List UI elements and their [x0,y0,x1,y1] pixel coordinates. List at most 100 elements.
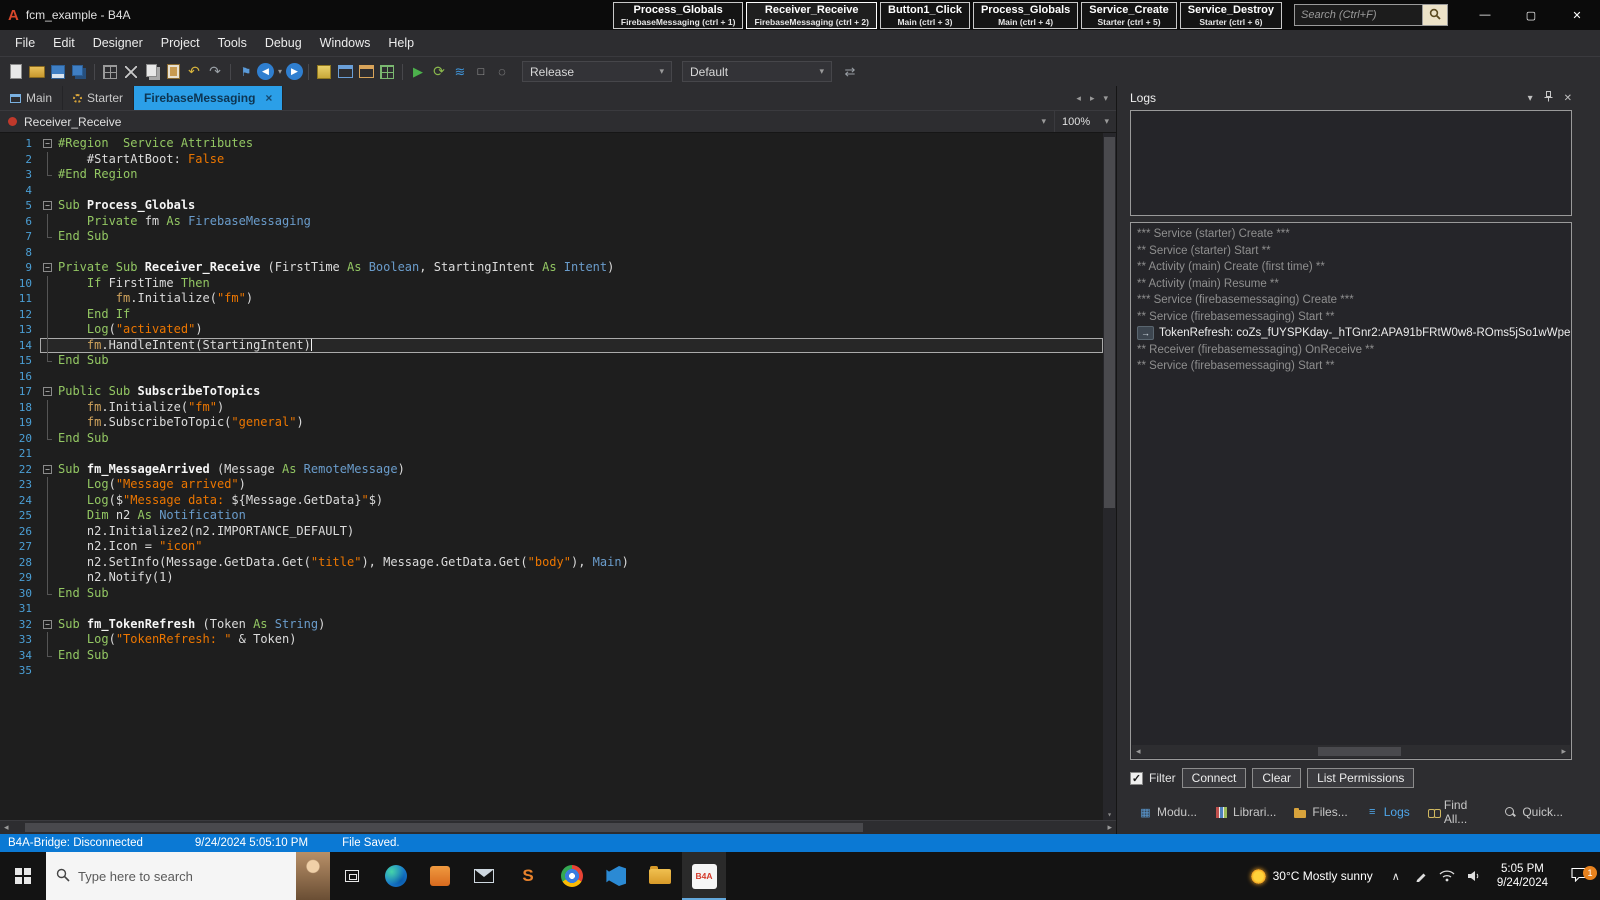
code-text[interactable]: #Region Service Attributes [58,136,253,152]
taskbar-task-view-icon[interactable] [330,852,374,900]
build-configuration-select[interactable]: Release ▾ [522,61,672,82]
code-text[interactable]: fm.Initialize("fm") [58,400,224,416]
navigate-forward-icon[interactable]: ▶ [286,63,303,80]
menu-tools[interactable]: Tools [209,32,256,54]
quick-tab[interactable]: Process_Globals FirebaseMessaging (ctrl +… [612,1,744,29]
search-button[interactable] [1422,4,1448,26]
tab-close-icon[interactable]: × [265,91,272,105]
taskbar-s-app-icon[interactable]: S [506,852,550,900]
log-horizontal-scrollbar[interactable]: ◂ ▸ [1132,745,1570,758]
filter-checkbox[interactable]: ✓ [1130,771,1143,785]
scrollbar-thumb[interactable] [1104,137,1115,508]
sub-selector[interactable]: Receiver_Receive ▾ [0,111,1054,132]
maximize-button[interactable]: ▢ [1508,0,1554,30]
code-text[interactable]: #End Region [58,167,137,183]
save-icon[interactable] [48,62,68,82]
designer-icon[interactable] [335,62,355,82]
code-text[interactable]: Log("Message arrived") [58,477,246,493]
modules-grid-icon[interactable] [100,62,120,82]
fold-collapse-icon[interactable]: − [43,201,52,210]
window-position-icon[interactable]: ▾ [1528,93,1533,104]
panel-tab-librari[interactable]: Librari... [1206,802,1285,822]
quick-tab[interactable]: Receiver_Receive FirebaseMessaging (ctrl … [746,1,877,29]
log-entry[interactable]: ** Activity (main) Create (first time) *… [1137,259,1565,276]
undo-icon[interactable]: ↶ [184,62,204,82]
log-entry[interactable]: ** Activity (main) Resume ** [1137,276,1565,293]
bookmark-icon[interactable]: ⚑ [236,62,256,82]
log-entry[interactable]: ** Service (firebasemessaging) Start ** [1137,358,1565,375]
taskbar-search[interactable] [46,852,330,900]
scroll-right-icon[interactable]: ▸ [1557,743,1570,759]
log-entry[interactable]: *** Service (firebasemessaging) Create *… [1137,292,1565,309]
clean-icon[interactable]: ◌ [492,62,512,82]
code-text[interactable]: Log("activated") [58,322,203,338]
code-text[interactable]: Sub fm_MessageArrived (Message As Remote… [58,462,405,478]
scroll-left-icon[interactable]: ◂ [1132,743,1145,759]
fold-collapse-icon[interactable]: − [43,619,52,629]
code-text[interactable]: Sub Process_Globals [58,198,195,214]
menu-edit[interactable]: Edit [44,32,84,54]
conditional-symbols-select[interactable]: Default ▾ [682,61,832,82]
menu-help[interactable]: Help [379,32,423,54]
code-text[interactable]: End Sub [58,353,109,369]
code-text[interactable]: Private fm As FirebaseMessaging [58,214,311,230]
quick-tab[interactable]: Service_Create Starter (ctrl + 5) [1081,1,1177,29]
fold-collapse-icon[interactable]: − [43,263,52,272]
stop-icon[interactable]: □ [471,62,491,82]
menu-file[interactable]: File [6,32,44,54]
scrollbar-track[interactable] [13,821,1104,834]
scroll-left-icon[interactable]: ◂ [0,822,13,833]
new-icon[interactable] [6,62,26,82]
visual-designer-icon[interactable] [356,62,376,82]
config-switch-icon[interactable]: ⇄ [840,62,860,82]
panel-tab-files[interactable]: Files... [1285,802,1356,822]
menu-debug[interactable]: Debug [256,32,311,54]
taskbar-search-input[interactable] [78,868,294,884]
code-text[interactable]: fm.SubscribeToTopic("general") [58,415,304,431]
taskbar-orange-app-icon[interactable] [418,852,462,900]
taskbar-b4a-icon[interactable]: B4A [682,852,726,900]
current-line[interactable]: fm.HandleIntent(StartingIntent) [40,337,1103,353]
panel-tab-findall[interactable]: Find All... [1419,795,1496,829]
log-entry[interactable]: → TokenRefresh: coZs_fUYSPKday-_hTGnr2:AP… [1137,325,1571,342]
quick-tab[interactable]: Service_Destroy Starter (ctrl + 6) [1179,1,1282,29]
code-text[interactable]: n2.Notify(1) [58,570,174,586]
taskbar-explorer-icon[interactable] [638,852,682,900]
code-text[interactable]: n2.Icon = "icon" [58,539,203,555]
panel-tab-quick[interactable]: Quick... [1495,802,1572,822]
taskbar-weather[interactable]: 30°C Mostly sunny [1241,868,1383,884]
navigate-back-icon[interactable]: ◀ [257,63,274,80]
code-text[interactable]: Dim n2 As Notification [58,508,246,524]
fold-collapse-icon[interactable]: − [43,139,52,148]
open-icon[interactable] [27,62,47,82]
code-text[interactable]: Log($"Message data: ${Message.GetData}"$… [58,493,383,509]
clear-button[interactable]: Clear [1252,768,1302,788]
action-center-button[interactable]: 1 [1558,866,1600,885]
cut-icon[interactable] [121,62,141,82]
scroll-left-icon[interactable]: ◂ [1076,93,1081,104]
start-button[interactable] [0,852,46,900]
scrollbar-track[interactable] [1145,745,1558,758]
scrollbar-thumb[interactable] [1317,747,1401,756]
code-text[interactable]: End Sub [58,229,109,245]
code-text[interactable]: Public Sub SubscribeToTopics [58,384,260,400]
code-text[interactable]: End Sub [58,586,109,602]
code-text[interactable]: End Sub [58,648,109,664]
code-text[interactable]: End If [58,307,130,323]
code-text[interactable]: n2.SetInfo(Message.GetData.Get("title"),… [58,555,629,571]
taskbar-chrome-icon[interactable] [550,852,594,900]
connect-button[interactable]: Connect [1181,768,1247,788]
code-text[interactable]: If FirstTime Then [58,276,210,292]
tab-firebasemessaging[interactable]: FirebaseMessaging × [134,86,284,110]
zoom-selector[interactable]: 100% ▾ [1054,111,1116,132]
taskbar-mail-icon[interactable] [462,852,506,900]
taskbar-clock[interactable]: 5:05 PM 9/24/2024 [1487,862,1558,890]
wireless-icon[interactable]: ≋ [450,62,470,82]
taskbar-edge-icon[interactable] [374,852,418,900]
redo-icon[interactable]: ↷ [205,62,225,82]
paste-icon[interactable] [163,62,183,82]
rerun-icon[interactable]: ⟳ [429,62,449,82]
editor-vertical-scrollbar[interactable]: ▾ [1103,133,1116,820]
compile-icon[interactable] [314,62,334,82]
log-entry[interactable]: ** Service (firebasemessaging) Start ** [1137,309,1565,326]
